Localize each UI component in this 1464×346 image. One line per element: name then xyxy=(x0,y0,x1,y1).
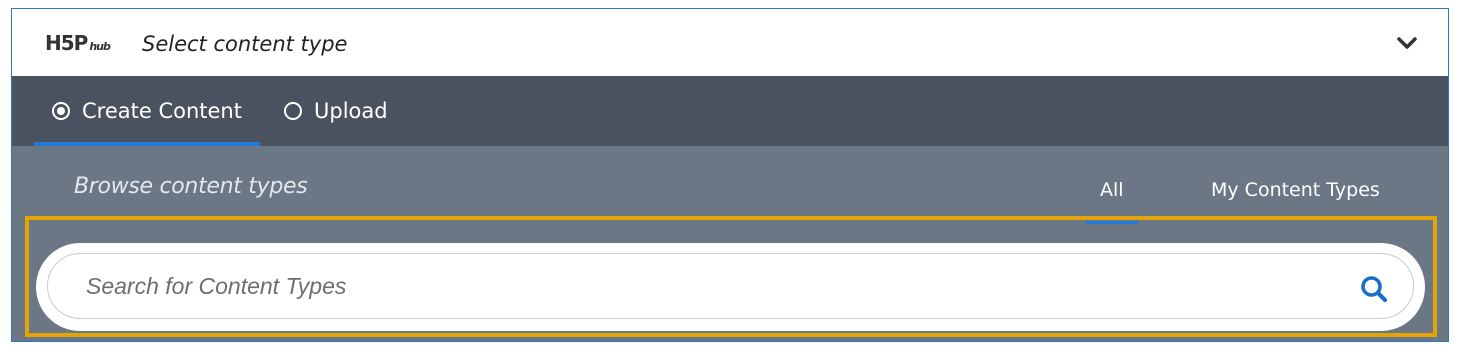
filter-label: My Content Types xyxy=(1211,179,1380,201)
radio-selected-icon xyxy=(52,102,70,120)
tab-label: Create Content xyxy=(82,99,242,123)
header-title: Select content type xyxy=(142,32,348,56)
tab-create-content[interactable]: Create Content xyxy=(34,76,260,146)
tab-bar: Create Content Upload xyxy=(12,76,1448,146)
search-bar xyxy=(36,243,1425,331)
tab-label: Upload xyxy=(314,99,388,123)
chevron-down-icon[interactable] xyxy=(1396,35,1418,51)
search-input[interactable] xyxy=(47,253,1414,319)
filter-label: All xyxy=(1100,179,1124,201)
hub-header[interactable]: H5P hub Select content type xyxy=(12,9,1448,76)
logo-main: H5P xyxy=(45,31,88,55)
radio-unselected-icon xyxy=(284,102,302,120)
h5p-hub-panel: H5P hub Select content type Create Conten… xyxy=(11,8,1449,342)
browse-panel: Browse content types All My Content Type… xyxy=(12,146,1448,341)
filter-all[interactable]: All xyxy=(1086,179,1138,224)
filter-my-content-types[interactable]: My Content Types xyxy=(1211,179,1380,201)
tab-upload[interactable]: Upload xyxy=(284,76,388,146)
logo-sub: hub xyxy=(89,40,111,53)
search-icon[interactable] xyxy=(1359,274,1389,304)
browse-title: Browse content types xyxy=(74,174,308,199)
h5p-hub-logo: H5P hub xyxy=(45,31,111,57)
